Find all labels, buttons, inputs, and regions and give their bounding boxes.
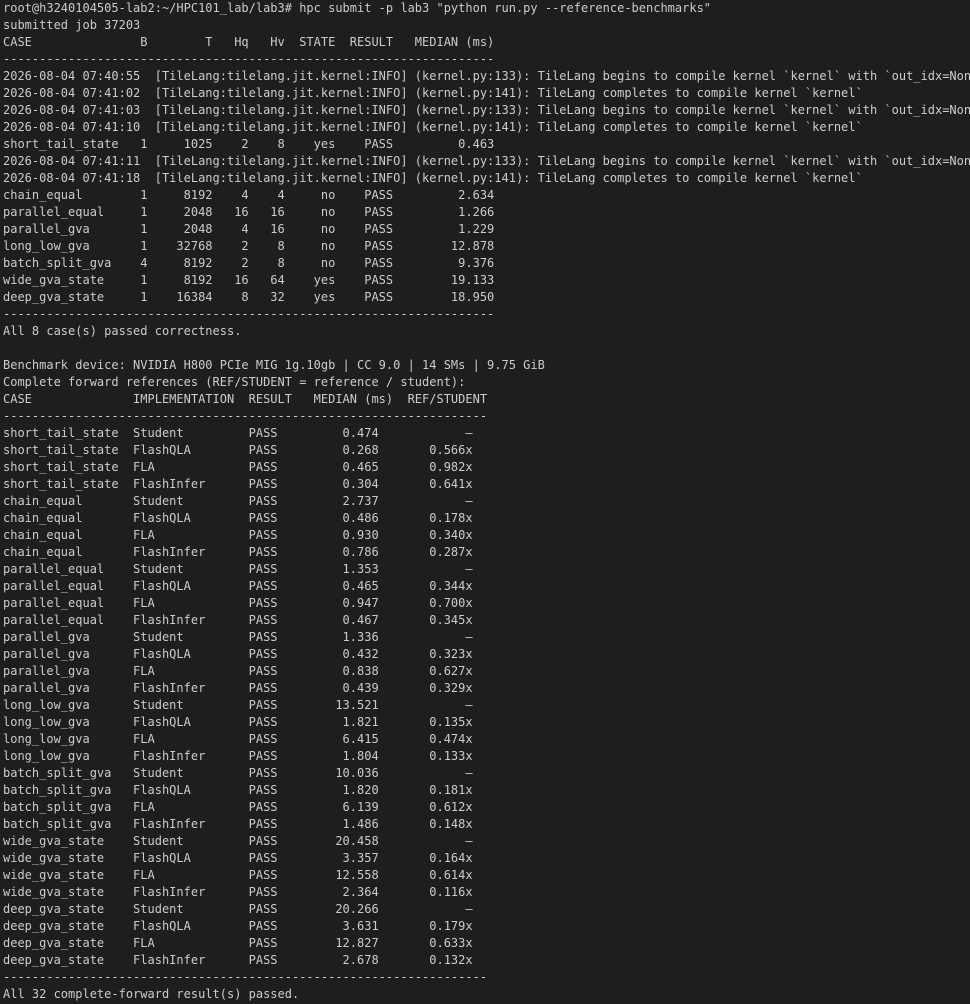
terminal-line: parallel_equal Student PASS 1.353 — [3,562,473,576]
terminal-line: batch_split_gva FlashInfer PASS 1.486 0.… [3,817,473,831]
terminal-line: chain_equal FLA PASS 0.930 0.340x [3,528,473,542]
terminal-line: All 8 case(s) passed correctness. [3,324,242,338]
terminal-line: parallel_equal FLA PASS 0.947 0.700x [3,596,473,610]
terminal-line: short_tail_state FLA PASS 0.465 0.982x [3,460,473,474]
terminal-line: batch_split_gva Student PASS 10.036 — [3,766,473,780]
terminal-line: parallel_gva 1 2048 4 16 no PASS 1.229 [3,222,495,236]
terminal-line: ----------------------------------------… [3,307,495,321]
terminal-line: deep_gva_state FlashInfer PASS 2.678 0.1… [3,953,473,967]
terminal-line: long_low_gva FlashInfer PASS 1.804 0.133… [3,749,473,763]
terminal-line: ----------------------------------------… [3,52,495,66]
terminal-line: submitted job 37203 [3,18,141,32]
terminal-line: parallel_equal FlashQLA PASS 0.465 0.344… [3,579,473,593]
terminal-line: CASE B T Hq Hv STATE RESULT MEDIAN (ms) [3,35,495,49]
terminal-line: chain_equal FlashInfer PASS 0.786 0.287x [3,545,473,559]
terminal-line: deep_gva_state FLA PASS 12.827 0.633x [3,936,473,950]
terminal-line: chain_equal Student PASS 2.737 — [3,494,473,508]
terminal-line: deep_gva_state 1 16384 8 32 yes PASS 18.… [3,290,495,304]
terminal-line: 2026-08-04 07:41:18 [TileLang:tilelang.j… [3,171,863,185]
terminal-line: parallel_equal 1 2048 16 16 no PASS 1.26… [3,205,495,219]
terminal-line: batch_split_gva 4 8192 2 8 no PASS 9.376 [3,256,495,270]
terminal-line: wide_gva_state FlashInfer PASS 2.364 0.1… [3,885,473,899]
terminal-line: 2026-08-04 07:41:10 [TileLang:tilelang.j… [3,120,863,134]
terminal-output[interactable]: root@h3240104505-lab2:~/HPC101_lab/lab3#… [0,0,970,1004]
terminal-line: wide_gva_state 1 8192 16 64 yes PASS 19.… [3,273,495,287]
terminal-line: wide_gva_state Student PASS 20.458 — [3,834,473,848]
terminal-line: short_tail_state Student PASS 0.474 — [3,426,473,440]
terminal-line: parallel_gva FlashInfer PASS 0.439 0.329… [3,681,473,695]
terminal-line: ----------------------------------------… [3,970,488,984]
terminal-line: All 32 complete-forward result(s) passed… [3,987,300,1001]
terminal-line: ----------------------------------------… [3,409,488,423]
terminal-line: short_tail_state FlashQLA PASS 0.268 0.5… [3,443,473,457]
terminal-line: long_low_gva Student PASS 13.521 — [3,698,473,712]
terminal-line: parallel_gva Student PASS 1.336 — [3,630,473,644]
terminal-line: parallel_gva FlashQLA PASS 0.432 0.323x [3,647,473,661]
terminal-line: 2026-08-04 07:41:03 [TileLang:tilelang.j… [3,103,970,117]
terminal-line: 2026-08-04 07:41:11 [TileLang:tilelang.j… [3,154,970,168]
terminal-line: long_low_gva FlashQLA PASS 1.821 0.135x [3,715,473,729]
terminal-line: Benchmark device: NVIDIA H800 PCIe MIG 1… [3,358,545,372]
terminal-line: wide_gva_state FlashQLA PASS 3.357 0.164… [3,851,473,865]
terminal-line: Complete forward references (REF/STUDENT… [3,375,466,389]
terminal-line: parallel_equal FlashInfer PASS 0.467 0.3… [3,613,473,627]
terminal-line: short_tail_state 1 1025 2 8 yes PASS 0.4… [3,137,495,151]
terminal-line: chain_equal FlashQLA PASS 0.486 0.178x [3,511,473,525]
terminal-line: deep_gva_state Student PASS 20.266 — [3,902,473,916]
terminal-line: deep_gva_state FlashQLA PASS 3.631 0.179… [3,919,473,933]
terminal-line: batch_split_gva FLA PASS 6.139 0.612x [3,800,473,814]
terminal-line: short_tail_state FlashInfer PASS 0.304 0… [3,477,473,491]
terminal-line: 2026-08-04 07:41:02 [TileLang:tilelang.j… [3,86,863,100]
terminal-line: chain_equal 1 8192 4 4 no PASS 2.634 [3,188,495,202]
terminal-line: long_low_gva FLA PASS 6.415 0.474x [3,732,473,746]
terminal-line: batch_split_gva FlashQLA PASS 1.820 0.18… [3,783,473,797]
terminal-line: wide_gva_state FLA PASS 12.558 0.614x [3,868,473,882]
terminal-line: 2026-08-04 07:40:55 [TileLang:tilelang.j… [3,69,970,83]
terminal-line: CASE IMPLEMENTATION RESULT MEDIAN (ms) R… [3,392,488,406]
terminal-line: parallel_gva FLA PASS 0.838 0.627x [3,664,473,678]
terminal-line: root@h3240104505-lab2:~/HPC101_lab/lab3#… [3,1,712,15]
terminal-line: long_low_gva 1 32768 2 8 no PASS 12.878 [3,239,495,253]
